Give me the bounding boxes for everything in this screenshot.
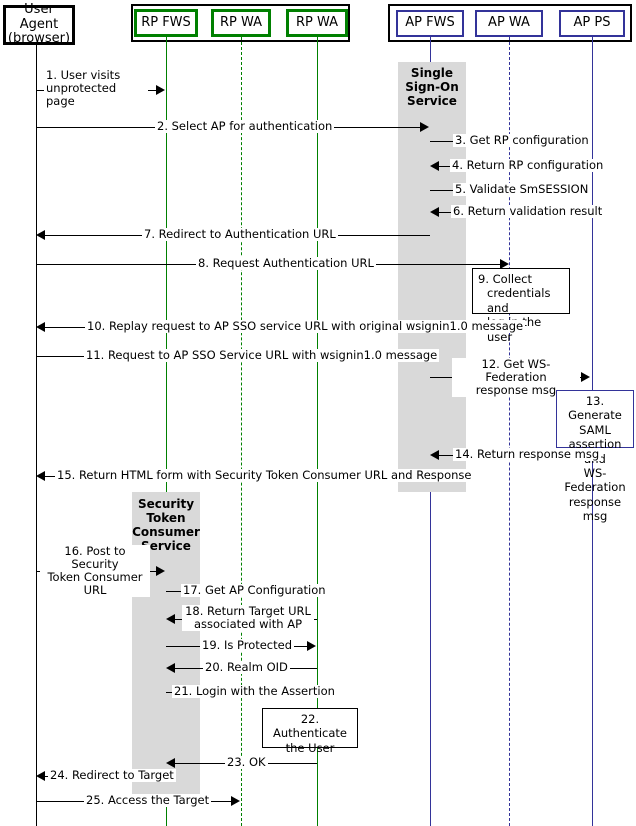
message-24-label-text: 24. Redirect to Target <box>50 768 174 782</box>
message-20-label: 20. Realm OID <box>203 660 290 675</box>
message-10-label: 10. Replay request to AP SSO service URL… <box>85 319 526 334</box>
message-21-label-text: 21. Login with the Assertion <box>174 684 335 698</box>
message-24-label: 24. Redirect to Target <box>48 768 176 783</box>
note-9-line1: 9. Collect <box>478 272 532 286</box>
message-2-label-text: 2. Select AP for authentication <box>157 119 333 133</box>
note-13: 13. Generate SAML assertion and WS-Feder… <box>556 390 634 523</box>
message-12-label-line1: 12. Get WS-Federation <box>481 357 551 385</box>
lifeline-ap-wa <box>509 37 510 826</box>
sso-label-line1: Single <box>410 66 454 80</box>
message-10-label-text: 10. Replay request to AP SSO service URL… <box>87 319 524 333</box>
message-15-label-text: 15. Return HTML form with Security Token… <box>57 468 472 482</box>
actor-ap-fws-label: AP FWS <box>405 15 455 31</box>
sso-label-line3: Service <box>407 94 457 109</box>
actor-user-agent[interactable]: User Agent (browser) <box>3 2 75 47</box>
lifeline-user-agent <box>36 45 37 826</box>
message-3-label-text: 3. Get RP configuration <box>455 133 589 147</box>
message-16-label: 16. Post to Security Token Consumer URL <box>40 544 150 598</box>
message-19-label-text: 19. Is Protected <box>202 638 293 652</box>
message-16-arrowhead <box>156 566 165 576</box>
actor-rp-fws-label: RP FWS <box>141 14 191 30</box>
message-5-label-text: 5. Validate SmSESSION <box>455 182 589 196</box>
message-18-label: 18. Return Target URL associated with AP <box>182 604 314 632</box>
message-23-arrowhead <box>166 758 175 768</box>
message-6-arrowhead <box>430 207 439 217</box>
message-1-arrowhead <box>156 85 165 95</box>
message-10-arrowhead <box>36 322 45 332</box>
message-11-label-text: 11. Request to AP SSO Service URL with w… <box>86 348 438 362</box>
message-18-label-line2: associated with AP <box>193 617 303 632</box>
message-2-label: 2. Select AP for authentication <box>155 119 335 134</box>
message-23-label: 23. OK <box>225 755 268 770</box>
actor-rp-wa-2-label: RP WA <box>295 14 339 30</box>
message-6-label-text: 6. Return validation result <box>453 204 603 218</box>
message-1-label-line2: unprotected page <box>46 81 117 109</box>
note-9-line2: credentials and <box>487 286 551 315</box>
actor-rp-fws[interactable]: RP FWS <box>134 9 198 37</box>
note-22-line2: the User <box>285 740 335 755</box>
stc-label-line1: Security <box>137 497 195 511</box>
message-2-arrowhead <box>420 122 429 132</box>
message-1-label: 1. User visits unprotected page <box>44 68 148 109</box>
message-3-label: 3. Get RP configuration <box>453 133 591 148</box>
message-24-arrowhead <box>36 771 45 781</box>
message-8-label-text: 8. Request Authentication URL <box>198 256 374 270</box>
message-16-label-line1: 16. Post to Security <box>64 544 126 572</box>
message-5-label: 5. Validate SmSESSION <box>453 182 591 197</box>
note-13-line3: WS-Federation <box>564 465 626 495</box>
note-9: 9. Collect credentials and log in the us… <box>472 268 570 344</box>
message-14-label: 14. Return response msg <box>453 447 602 462</box>
message-7-label-text: 7. Redirect to Authentication URL <box>144 227 336 241</box>
sso-label-line2: Sign-On <box>405 80 459 95</box>
message-20-label-text: 20. Realm OID <box>205 660 288 674</box>
stc-label-line3: Consumer <box>132 525 200 540</box>
actor-ap-wa[interactable]: AP WA <box>475 10 543 37</box>
note-22: 22. Authenticate the User <box>262 708 358 755</box>
message-20-arrowhead <box>166 663 175 673</box>
activation-single-sign-on-service-label: Single Sign-On Service <box>396 66 468 108</box>
message-21-label: 21. Login with the Assertion <box>172 684 337 699</box>
message-6-label: 6. Return validation result <box>451 204 605 219</box>
actor-rp-wa-2[interactable]: RP WA <box>286 9 348 37</box>
actor-user-agent-label-line2: (browser) <box>7 31 71 47</box>
message-18-arrowhead <box>166 614 175 624</box>
message-4-arrowhead <box>430 161 439 171</box>
message-8-label: 8. Request Authentication URL <box>196 256 376 271</box>
message-25-arrowhead <box>231 796 240 806</box>
message-4-label-text: 4. Return RP configuration <box>452 158 604 172</box>
message-19-label: 19. Is Protected <box>200 638 295 653</box>
message-14-label-text: 14. Return response msg <box>455 447 600 461</box>
message-15-arrowhead <box>36 471 45 481</box>
actor-user-agent-label-line1: User Agent <box>19 2 59 32</box>
note-13-line1: 13. Generate SAML <box>568 394 622 437</box>
sequence-diagram: User Agent (browser) RP FWS RP WA RP WA … <box>0 0 636 826</box>
actor-rp-wa-1[interactable]: RP WA <box>211 9 271 37</box>
actor-rp-wa-1-label: RP WA <box>219 14 263 30</box>
message-12-arrowhead <box>581 372 590 382</box>
message-11-label: 11. Request to AP SSO Service URL with w… <box>84 348 440 363</box>
message-7-label: 7. Redirect to Authentication URL <box>142 227 338 242</box>
message-7-arrowhead <box>36 230 45 240</box>
message-15-label: 15. Return HTML form with Security Token… <box>55 468 474 483</box>
message-25-label-text: 25. Access the Target <box>86 793 210 807</box>
actor-ap-wa-label: AP WA <box>488 15 530 31</box>
actor-ap-ps[interactable]: AP PS <box>559 10 625 37</box>
actor-ap-ps-label: AP PS <box>573 15 611 31</box>
note-13-line4: response msg <box>568 494 622 523</box>
message-23-label-text: 23. OK <box>227 755 266 769</box>
message-4-label: 4. Return RP configuration <box>450 158 606 173</box>
message-25-label: 25. Access the Target <box>84 793 212 808</box>
actor-ap-fws[interactable]: AP FWS <box>396 10 464 37</box>
stc-label-line2: Token <box>146 511 186 526</box>
note-22-line1: 22. Authenticate <box>273 712 347 741</box>
message-19-arrowhead <box>307 641 316 651</box>
message-17-label-text: 17. Get AP Configuration <box>183 583 326 597</box>
message-17-label: 17. Get AP Configuration <box>181 583 328 598</box>
message-16-label-line3: URL <box>83 583 107 598</box>
message-14-arrowhead <box>430 450 439 460</box>
lifeline-rp-wa-1 <box>241 37 242 826</box>
